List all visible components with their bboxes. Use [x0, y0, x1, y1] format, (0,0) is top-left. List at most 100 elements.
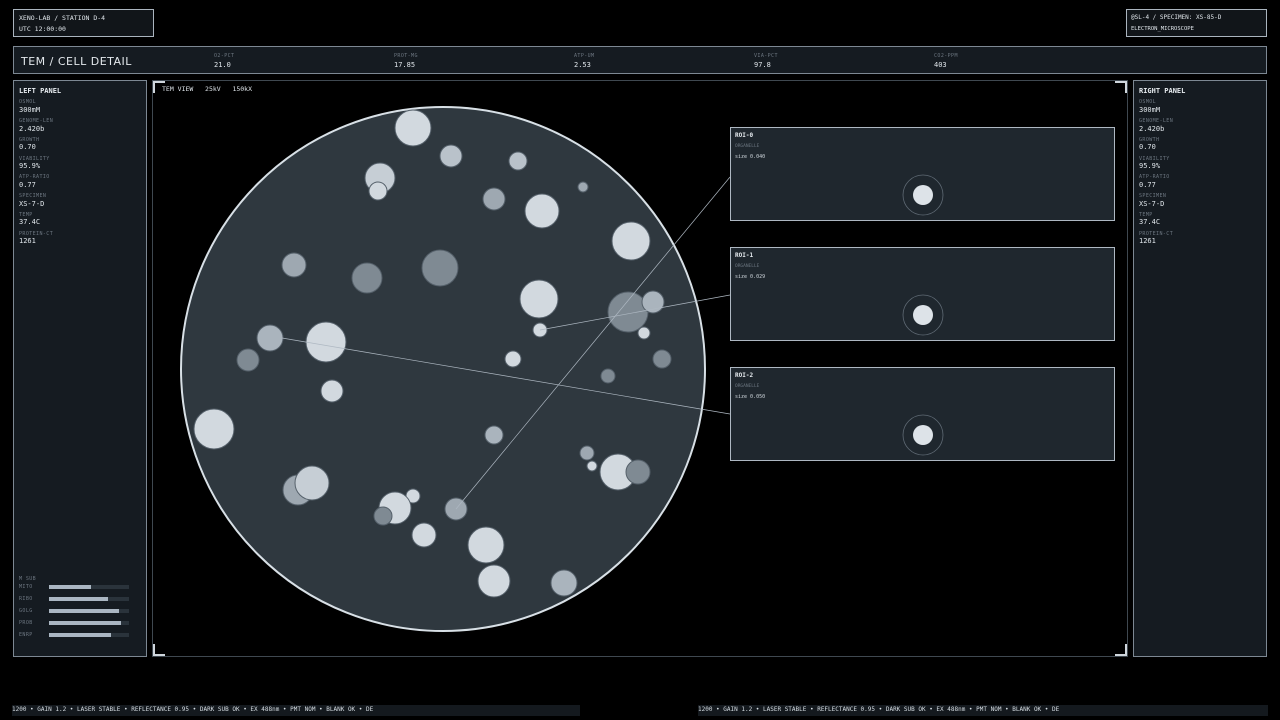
subsystem-bar [49, 597, 129, 601]
organelle [504, 350, 522, 368]
organelle [611, 221, 651, 261]
left-panel-title: LEFT PANEL [19, 87, 62, 95]
stat-label: SPECIMEN [19, 193, 47, 199]
subsystem-label: GOLG [19, 608, 33, 614]
station-title: XENO-LAB / STATION D-4 [19, 14, 106, 22]
subsystem-bar-fill [49, 597, 108, 601]
organelle [193, 408, 235, 450]
subsystem-bar [49, 621, 129, 625]
metric-label: PROT-MG [394, 53, 418, 59]
organelle [519, 279, 559, 319]
organelle [482, 187, 506, 211]
stat-value: 2.420b [19, 125, 45, 133]
metric-label: VIA-PCT [754, 53, 778, 59]
organelle [586, 460, 598, 472]
roi-preview [902, 414, 944, 456]
station-time: UTC 12:00:00 [19, 25, 66, 33]
stat-value: 300mM [19, 106, 41, 114]
organelle [394, 109, 432, 147]
specimen-box: @SL-4 / SPECIMEN: XS-85-D ELECTRON_MICRO… [1126, 9, 1267, 37]
roi-size: size 0.029 [735, 274, 766, 280]
stat-value: 37.4C [19, 218, 41, 226]
roi-title: ROI-1 [735, 252, 754, 259]
stat-label: OSMOL [1139, 99, 1157, 105]
subsystem-bar-fill [49, 633, 111, 637]
stat-label: GENOME-LEN [1139, 118, 1174, 124]
roi-card[interactable]: ROI-2 ORGANELLE size 0.050 [730, 367, 1115, 461]
organelle [508, 151, 528, 171]
subsystem-bar [49, 609, 129, 613]
right-panel-title: RIGHT PANEL [1139, 87, 1186, 95]
stat-label: ATP-RATIO [1139, 174, 1170, 180]
subsystems-title: M SUB [19, 576, 37, 582]
roi-class: ORGANELLE [735, 384, 760, 389]
roi-preview [902, 174, 944, 216]
roi-size: size 0.050 [735, 394, 766, 400]
organelle [294, 465, 330, 501]
organelle [373, 506, 393, 526]
metric-value: 17.85 [394, 61, 416, 69]
organelle [305, 321, 347, 363]
subsystem-label: RIBO [19, 596, 33, 602]
organelle [411, 522, 437, 548]
roi-card[interactable]: ROI-1 ORGANELLE size 0.029 [730, 247, 1115, 341]
stat-value: 1261 [19, 237, 36, 245]
roi-title: ROI-2 [735, 372, 754, 379]
cell-membrane [180, 106, 706, 632]
header-bar: TEM / CELL DETAIL O2-PCT 21.0 PROT-MG 17… [13, 46, 1267, 74]
subsystem-bar [49, 633, 129, 637]
left-panel: LEFT PANEL OSMOL 300mM GENOME-LEN 2.420b… [13, 80, 147, 657]
ticker-text: 1200 • GAIN 1.2 • LASER STABLE • REFLECT… [698, 706, 1060, 713]
subsystem-label: MITO [19, 584, 33, 590]
organelle [577, 181, 589, 193]
subsystem-bar [49, 585, 129, 589]
roi-size: size 0.040 [735, 154, 766, 160]
ticker-text: 1200 • GAIN 1.2 • LASER STABLE • REFLECT… [12, 706, 374, 713]
organelle [579, 445, 595, 461]
subsystem-bar-fill [49, 621, 121, 625]
stat-value: XS-7-D [19, 200, 45, 208]
stat-value: XS-7-D [1139, 200, 1165, 208]
metric-value: 2.53 [574, 61, 591, 69]
page-title: TEM / CELL DETAIL [21, 55, 132, 68]
metric-label: O2-PCT [214, 53, 235, 59]
organelle [320, 379, 344, 403]
right-panel: RIGHT PANEL OSMOL 300mM GENOME-LEN 2.420… [1133, 80, 1267, 657]
organelle [368, 181, 388, 201]
tem-viewer[interactable]: TEM VIEW 25kV 150kX ROI-0 ORGANELLE size… [152, 80, 1128, 657]
stat-value: 0.70 [19, 143, 36, 151]
organelle [625, 459, 651, 485]
roi-class: ORGANELLE [735, 264, 760, 269]
status-ticker-left: 1200 • GAIN 1.2 • LASER STABLE • REFLECT… [12, 705, 580, 716]
organelle [524, 193, 560, 229]
stat-value: 37.4C [1139, 218, 1161, 226]
stat-label: OSMOL [19, 99, 37, 105]
stat-value: 0.77 [19, 181, 36, 189]
organelle [236, 348, 260, 372]
organelle [256, 324, 284, 352]
roi-card[interactable]: ROI-0 ORGANELLE size 0.040 [730, 127, 1115, 221]
organelle [550, 569, 578, 597]
stat-value: 95.9% [1139, 162, 1161, 170]
metric-label: ATP-UM [574, 53, 595, 59]
organelle [477, 564, 511, 598]
specimen-title: @SL-4 / SPECIMEN: XS-85-D [1131, 14, 1222, 21]
subsystem-label: ENRP [19, 632, 33, 638]
organelle [600, 368, 616, 384]
metric-value: 21.0 [214, 61, 231, 69]
specimen-mode: ELECTRON_MICROSCOPE [1131, 26, 1194, 32]
organelle [351, 262, 383, 294]
stat-label: ATP-RATIO [19, 174, 50, 180]
roi-preview [902, 294, 944, 336]
stat-value: 0.70 [1139, 143, 1156, 151]
organelle [607, 291, 649, 333]
organelle [439, 144, 463, 168]
stat-value: 300mM [1139, 106, 1161, 114]
roi-title: ROI-0 [735, 132, 754, 139]
stat-value: 2.420b [1139, 125, 1165, 133]
stat-label: SPECIMEN [1139, 193, 1167, 199]
subsystem-bar-fill [49, 585, 91, 589]
metric-value: 403 [934, 61, 947, 69]
stat-value: 95.9% [19, 162, 41, 170]
organelle [484, 425, 504, 445]
